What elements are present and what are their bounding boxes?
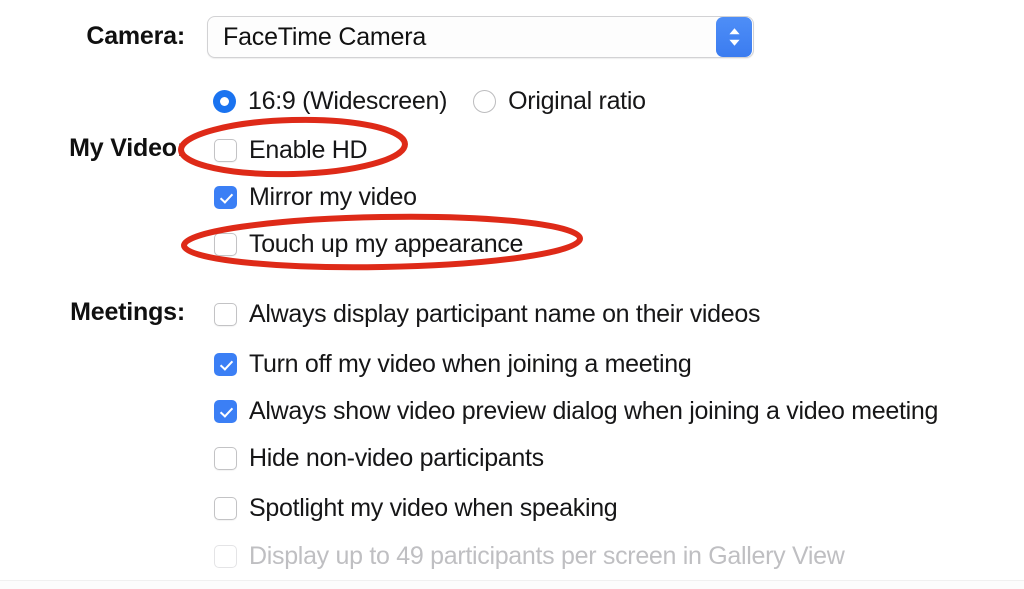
checkbox-row-always-show-video-preview[interactable]: Always show video preview dialog when jo… <box>214 397 938 426</box>
checkbox-row-enable-hd[interactable]: Enable HD <box>214 136 368 165</box>
checkbox-spotlight-my-video-label: Spotlight my video when speaking <box>249 494 618 522</box>
checkbox-row-hide-non-video-participants[interactable]: Hide non-video participants <box>214 444 544 473</box>
checkbox-hide-non-video-participants-label: Hide non-video participants <box>249 444 544 472</box>
checkbox-row-turn-off-my-video[interactable]: Turn off my video when joining a meeting <box>214 350 692 379</box>
meetings-label: Meetings: <box>70 298 185 326</box>
radio-original-ratio[interactable] <box>473 90 497 113</box>
checkbox-row-mirror-my-video[interactable]: Mirror my video <box>214 183 417 212</box>
checkbox-row-always-display-participant-name[interactable]: Always display participant name on their… <box>214 300 760 329</box>
checkbox-display-49-participants-label: Display up to 49 participants per screen… <box>249 542 845 570</box>
my-video-label: My Video: <box>69 134 185 162</box>
radio-16-9[interactable] <box>213 90 236 113</box>
checkbox-display-49-participants <box>214 545 237 568</box>
camera-label: Camera: <box>86 22 185 50</box>
checkbox-mirror-my-video[interactable] <box>214 186 237 209</box>
checkbox-row-spotlight-my-video[interactable]: Spotlight my video when speaking <box>214 494 618 523</box>
checkbox-always-display-participant-name[interactable] <box>214 303 237 326</box>
checkbox-enable-hd[interactable] <box>214 139 237 162</box>
radio-original-ratio-label: Original ratio <box>508 87 646 115</box>
checkbox-turn-off-my-video[interactable] <box>214 353 237 376</box>
chevron-up-down-icon[interactable] <box>716 17 752 57</box>
camera-select[interactable]: FaceTime Camera <box>207 16 754 58</box>
checkbox-always-show-video-preview[interactable] <box>214 400 237 423</box>
checkbox-touch-up-appearance[interactable] <box>214 233 237 256</box>
checkbox-touch-up-appearance-label: Touch up my appearance <box>249 230 524 258</box>
checkbox-row-touch-up-appearance[interactable]: Touch up my appearance <box>214 230 523 259</box>
checkbox-hide-non-video-participants[interactable] <box>214 447 237 470</box>
camera-select-value: FaceTime Camera <box>223 22 427 51</box>
checkbox-always-display-participant-name-label: Always display participant name on their… <box>249 300 761 328</box>
checkbox-enable-hd-label: Enable HD <box>249 136 368 164</box>
checkbox-spotlight-my-video[interactable] <box>214 497 237 520</box>
checkbox-mirror-my-video-label: Mirror my video <box>249 183 417 211</box>
checkbox-turn-off-my-video-label: Turn off my video when joining a meeting <box>249 350 692 378</box>
checkbox-row-display-49-participants: Display up to 49 participants per screen… <box>214 542 845 571</box>
radio-16-9-label: 16:9 (Widescreen) <box>248 87 448 115</box>
panel-bottom-edge <box>0 580 1024 589</box>
checkbox-always-show-video-preview-label: Always show video preview dialog when jo… <box>249 397 939 425</box>
video-settings-panel: Camera: FaceTime Camera 16:9 (Widescreen… <box>0 0 1024 589</box>
aspect-ratio-group: 16:9 (Widescreen) Original ratio <box>213 87 646 116</box>
